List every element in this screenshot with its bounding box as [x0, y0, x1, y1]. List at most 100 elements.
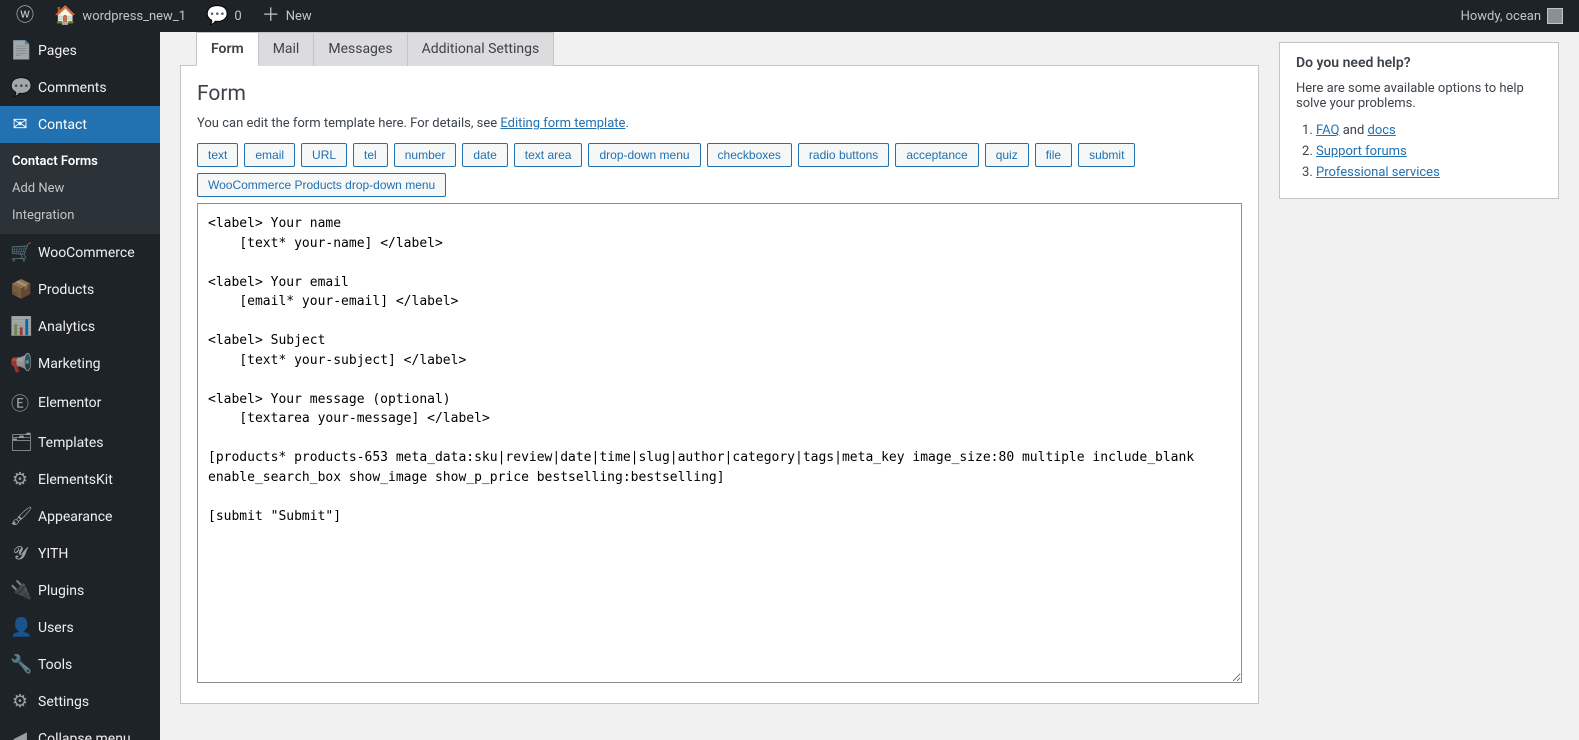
menu-item-marketing[interactable]: 📢 Marketing: [0, 345, 160, 382]
form-tabs: FormMailMessagesAdditional Settings: [180, 32, 1259, 66]
elementskit-icon: ⚙: [10, 469, 30, 490]
menu-item-analytics[interactable]: 📊 Analytics: [0, 308, 160, 345]
tab-mail[interactable]: Mail: [258, 32, 315, 66]
menu-label: Products: [38, 282, 94, 298]
help-item: Support forums: [1316, 144, 1542, 159]
editing-template-link[interactable]: Editing form template: [500, 116, 625, 131]
help-sidebar: Do you need help? Here are some availabl…: [1279, 42, 1559, 199]
help-link[interactable]: Professional services: [1316, 165, 1440, 180]
pages-icon: 📄: [10, 40, 30, 61]
menu-item-plugins[interactable]: 🔌 Plugins: [0, 572, 160, 609]
wp-logo[interactable]: ⓦ: [8, 0, 42, 32]
plus-icon: ＋: [262, 7, 280, 25]
menu-item-contact[interactable]: ✉Contact: [0, 106, 160, 143]
home-icon: 🏠: [54, 7, 76, 25]
menu-item-woocommerce[interactable]: 🛒WooCommerce: [0, 234, 160, 271]
form-panel: Form You can edit the form template here…: [180, 65, 1259, 704]
panel-heading: Form: [197, 82, 1242, 106]
help-intro: Here are some available options to help …: [1296, 81, 1542, 111]
menu-label: Collapse menu: [38, 731, 131, 740]
collapse-icon: ◀: [10, 728, 30, 740]
menu-label: Plugins: [38, 583, 84, 599]
tag-button-woocommerce-products-drop-down-menu[interactable]: WooCommerce Products drop-down menu: [197, 173, 446, 197]
help-link[interactable]: docs: [1368, 123, 1396, 138]
tag-button-url[interactable]: URL: [301, 143, 347, 167]
tab-messages[interactable]: Messages: [313, 32, 407, 66]
site-name: wordpress_new_1: [82, 9, 186, 24]
tab-form[interactable]: Form: [196, 32, 259, 66]
help-link[interactable]: Support forums: [1316, 144, 1407, 159]
wordpress-icon: ⓦ: [16, 7, 34, 25]
analytics-icon: 📊: [10, 316, 30, 337]
appearance-icon: 🖌: [10, 506, 30, 527]
help-item: FAQ and docs: [1316, 123, 1542, 138]
tag-button-tel[interactable]: tel: [353, 143, 388, 167]
marketing-icon: 📢: [10, 353, 30, 374]
tag-button-checkboxes[interactable]: checkboxes: [707, 143, 792, 167]
yith-icon: 𝓨: [10, 543, 30, 564]
menu-item-appearance[interactable]: 🖌Appearance: [0, 498, 160, 535]
comments-link[interactable]: 💬0: [198, 0, 250, 32]
elementor-icon: Ⓔ: [10, 390, 30, 416]
comments-icon: 💬: [10, 77, 30, 98]
templates-icon: 🗂: [10, 432, 30, 453]
menu-label: Comments: [38, 80, 107, 96]
contact-icon: ✉: [10, 114, 30, 135]
contact-submenu: Contact FormsAdd NewIntegration: [0, 143, 160, 234]
menu-item-yith[interactable]: 𝓨 YITH: [0, 535, 160, 572]
help-list: FAQ and docs Support forums Professional s…: [1296, 123, 1542, 180]
menu-label: ElementsKit: [38, 472, 113, 488]
tag-button-radio-buttons[interactable]: radio buttons: [798, 143, 889, 167]
menu-label: Marketing: [38, 356, 101, 372]
menu-item-users[interactable]: 👤 Users: [0, 609, 160, 646]
submenu-item[interactable]: Integration: [0, 202, 160, 229]
menu-item-elementor[interactable]: ⒺElementor: [0, 382, 160, 424]
comment-icon: 💬: [206, 7, 228, 25]
plugins-icon: 🔌: [10, 580, 30, 601]
tag-button-acceptance[interactable]: acceptance: [895, 143, 978, 167]
form-template-textarea[interactable]: [197, 203, 1242, 683]
menu-item-collapse[interactable]: ◀ Collapse menu: [0, 720, 160, 740]
menu-item-elementskit[interactable]: ⚙ ElementsKit: [0, 461, 160, 498]
new-label: New: [286, 9, 312, 24]
tab-additional-settings[interactable]: Additional Settings: [407, 32, 555, 66]
comments-count: 0: [234, 9, 241, 24]
menu-label: Users: [38, 620, 74, 636]
site-name-link[interactable]: 🏠 wordpress_new_1: [46, 0, 194, 32]
tag-button-drop-down-menu[interactable]: drop-down menu: [588, 143, 700, 167]
user-menu[interactable]: Howdy, ocean: [1453, 0, 1571, 32]
tools-icon: 🔧: [10, 654, 30, 675]
help-title: Do you need help?: [1296, 55, 1542, 71]
panel-intro: You can edit the form template here. For…: [197, 116, 1242, 131]
tag-button-submit[interactable]: submit: [1078, 143, 1135, 167]
menu-item-templates[interactable]: 🗂 Templates: [0, 424, 160, 461]
menu-label: Settings: [38, 694, 89, 710]
menu-label: WooCommerce: [38, 245, 135, 261]
tag-button-quiz[interactable]: quiz: [985, 143, 1029, 167]
tag-button-file[interactable]: file: [1035, 143, 1072, 167]
avatar-icon: [1547, 8, 1563, 24]
menu-item-pages[interactable]: 📄 Pages: [0, 32, 160, 69]
admin-sidebar: 📄Pages💬Comments✉ContactContact FormsAdd …: [0, 32, 160, 740]
menu-label: Tools: [38, 657, 72, 673]
menu-item-comments[interactable]: 💬 Comments: [0, 69, 160, 106]
tag-button-date[interactable]: date: [462, 143, 507, 167]
help-item: Professional services: [1316, 165, 1542, 180]
tag-button-email[interactable]: email: [244, 143, 295, 167]
tag-button-text-area[interactable]: text area: [514, 143, 583, 167]
menu-item-products[interactable]: 📦Products: [0, 271, 160, 308]
menu-item-settings[interactable]: ⚙ Settings: [0, 683, 160, 720]
menu-label: Analytics: [38, 319, 95, 335]
submenu-item[interactable]: Add New: [0, 175, 160, 202]
menu-label: YITH: [38, 546, 68, 562]
help-link[interactable]: FAQ: [1316, 123, 1339, 138]
tag-button-number[interactable]: number: [394, 143, 457, 167]
users-icon: 👤: [10, 617, 30, 638]
submenu-item[interactable]: Contact Forms: [0, 148, 160, 175]
new-content-link[interactable]: ＋ New: [254, 0, 320, 32]
menu-label: Pages: [38, 43, 77, 59]
menu-item-tools[interactable]: 🔧 Tools: [0, 646, 160, 683]
tag-button-text[interactable]: text: [197, 143, 238, 167]
menu-label: Templates: [38, 435, 104, 451]
settings-icon: ⚙: [10, 691, 30, 712]
